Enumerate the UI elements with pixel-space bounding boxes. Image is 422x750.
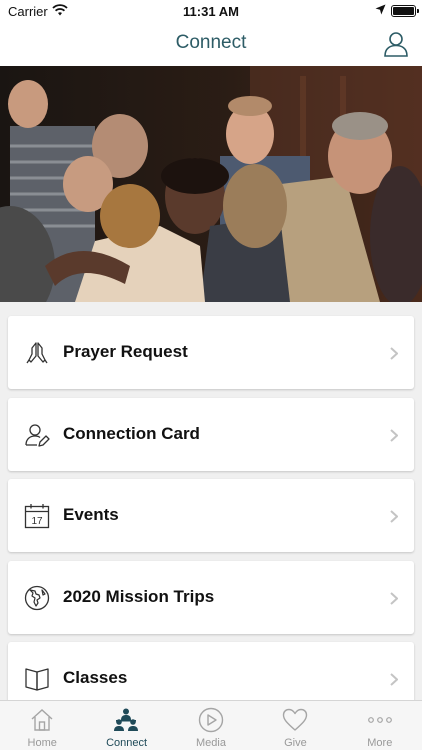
home-icon <box>31 709 53 731</box>
tab-home[interactable]: Home <box>0 701 84 750</box>
menu-item-mission-trips[interactable]: 2020 Mission Trips <box>8 560 414 634</box>
play-icon <box>198 707 223 733</box>
tab-connect[interactable]: Connect <box>84 701 168 750</box>
menu-item-prayer-request[interactable]: Prayer Request <box>8 316 414 389</box>
tab-label: Media <box>196 737 226 749</box>
location-arrow-icon <box>375 4 386 15</box>
calendar-icon: 17 <box>24 504 50 529</box>
more-dots-icon <box>367 717 392 723</box>
praying-hands-icon <box>26 342 48 364</box>
hero-photo <box>0 66 422 302</box>
nav-bar: Connect <box>0 22 422 66</box>
people-icon <box>114 708 139 731</box>
menu-item-label: Prayer Request <box>63 342 188 361</box>
tab-bar: Home Connect Media Give More <box>0 700 422 750</box>
globe-icon <box>24 585 50 610</box>
connect-menu: Prayer Request Connection Card 17 Events <box>8 316 414 724</box>
hero-image <box>0 66 422 302</box>
chevron-right-icon <box>390 510 398 523</box>
menu-item-label: Connection Card <box>63 423 200 443</box>
calendar-day-text: 17 <box>31 516 43 527</box>
profile-icon[interactable] <box>382 30 410 58</box>
battery-icon <box>391 5 419 17</box>
menu-item-connection-card[interactable]: Connection Card <box>8 397 414 471</box>
page-title: Connect <box>175 32 247 53</box>
user-edit-icon <box>25 423 50 447</box>
menu-item-label: Events <box>63 505 119 524</box>
status-bar: Carrier 11:31 AM <box>0 0 422 22</box>
heart-icon <box>282 708 308 731</box>
menu-item-label: 2020 Mission Trips <box>63 586 215 606</box>
chevron-right-icon <box>390 591 398 605</box>
tab-label: Home <box>27 737 57 749</box>
status-time: 11:31 AM <box>183 4 239 19</box>
menu-item-events[interactable]: 17 Events <box>8 479 414 552</box>
tab-label: Connect <box>106 737 148 749</box>
tab-give[interactable]: Give <box>253 701 337 750</box>
menu-item-label: Classes <box>63 668 128 687</box>
tab-media[interactable]: Media <box>169 701 253 750</box>
tab-label: More <box>367 737 393 749</box>
chevron-right-icon <box>390 347 398 360</box>
chevron-right-icon <box>390 428 398 442</box>
tab-more[interactable]: More <box>338 701 422 750</box>
tab-label: Give <box>284 737 307 749</box>
chevron-right-icon <box>390 673 398 686</box>
book-icon <box>25 668 49 691</box>
